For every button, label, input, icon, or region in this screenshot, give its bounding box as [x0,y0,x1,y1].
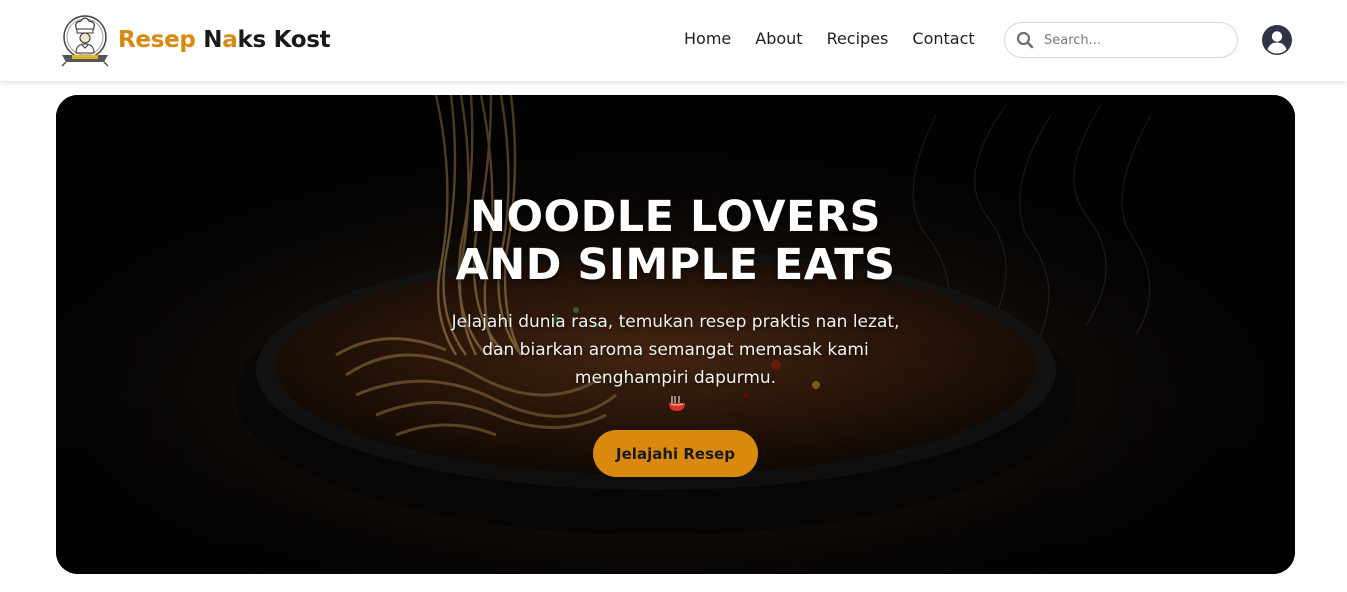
brand-link[interactable]: Resep Naks Kost [60,13,331,67]
hero-title-line1: NOODLE LOVERS [469,192,882,242]
hero-title-line2: AND SIMPLE EATS [455,240,896,290]
explore-recipes-button[interactable]: Jelajahi Resep [593,430,758,477]
brand-name: Resep Naks Kost [118,27,331,53]
chef-logo-icon [61,15,109,67]
search-icon [1016,31,1034,49]
hero-subtitle-line3: menghampiri dapurmu. [574,368,777,388]
user-circle-icon[interactable] [1262,25,1292,55]
brand-name-part1: Resep [118,27,196,53]
hero-subtitle-line2: dan biarkan aroma semangat memasak kami [482,340,869,360]
search-box[interactable] [1004,22,1238,58]
noodle-bowl-icon [668,396,685,411]
navbar: Resep Naks Kost Home About Recipes Conta… [0,0,1347,81]
hero-title: NOODLE LOVERS AND SIMPLE EATS [56,193,1295,289]
hero-banner: NOODLE LOVERS AND SIMPLE EATS Jelajahi d… [56,95,1295,574]
brand-name-n: N [203,27,223,53]
hero-subtitle-line3-wrap: menghampiri dapurmu. [423,364,928,420]
nav-link-home[interactable]: Home [684,29,731,48]
hero-subtitle-line1: Jelajahi dunia rasa, temukan resep prakt… [451,312,900,332]
nav-link-recipes[interactable]: Recipes [827,29,889,48]
brand-name-a: a [222,27,238,53]
nav-link-about[interactable]: About [755,29,802,48]
search-input[interactable] [1044,23,1229,57]
nav-link-contact[interactable]: Contact [912,29,974,48]
hero-content: NOODLE LOVERS AND SIMPLE EATS Jelajahi d… [56,95,1295,574]
nav-links: Home About Recipes Contact [684,29,975,48]
brand-name-rest: ks Kost [237,27,331,53]
hero-subtitle: Jelajahi dunia rasa, temukan resep prakt… [423,308,928,420]
